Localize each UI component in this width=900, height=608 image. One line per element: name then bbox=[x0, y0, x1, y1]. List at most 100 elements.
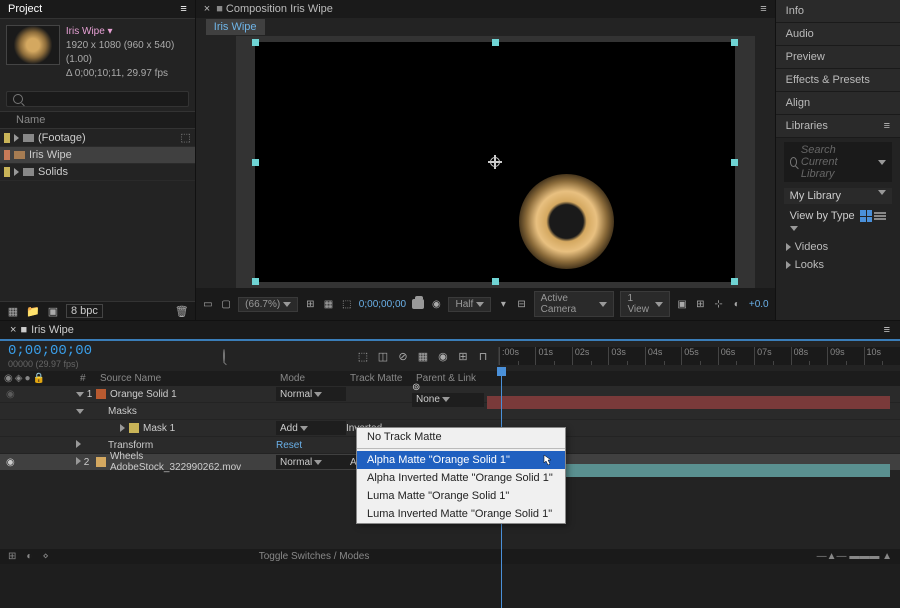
trash-icon[interactable]: 🗑 bbox=[175, 304, 189, 318]
project-row-footage[interactable]: (Footage) ⬚ bbox=[0, 129, 195, 147]
twirl-icon[interactable] bbox=[76, 457, 81, 465]
track-matte-option-luma[interactable]: Luma Matte "Orange Solid 1" bbox=[357, 487, 565, 505]
transparency-grid-icon[interactable]: ▦ bbox=[322, 297, 334, 311]
panel-info[interactable]: Info bbox=[776, 0, 900, 23]
resolution-dropdown[interactable]: Half bbox=[448, 297, 491, 312]
project-panel-title[interactable]: Project ≡ bbox=[0, 0, 195, 19]
view-count-dropdown[interactable]: 1 View bbox=[620, 291, 670, 317]
zoom-dropdown[interactable]: (66.7%) bbox=[238, 297, 298, 312]
draft-3d-icon[interactable]: ◫ bbox=[376, 349, 390, 363]
viewer-tab-composition[interactable]: ■ Composition Iris Wipe bbox=[216, 3, 333, 15]
current-time-display[interactable]: 0;00;00;00 bbox=[8, 343, 92, 359]
mask-color-icon[interactable] bbox=[129, 423, 139, 433]
transform-handle[interactable] bbox=[731, 39, 738, 46]
snap-icon[interactable]: ⊓ bbox=[476, 349, 490, 363]
solo-column-icon[interactable]: ● bbox=[24, 373, 30, 384]
mask-mode-dropdown[interactable]: Add bbox=[276, 421, 346, 435]
blend-mode-dropdown[interactable]: Normal bbox=[276, 455, 346, 469]
layer-row[interactable]: ◉ 1 Orange Solid 1 Normal ⊚ None bbox=[0, 386, 900, 403]
list-view-icon[interactable] bbox=[874, 210, 886, 222]
track-matte-option-alpha-inverted[interactable]: Alpha Inverted Matte "Orange Solid 1" bbox=[357, 469, 565, 487]
project-row-solids[interactable]: Solids bbox=[0, 164, 195, 181]
col-track-matte[interactable]: Track Matte bbox=[346, 373, 412, 384]
col-mode[interactable]: Mode bbox=[276, 373, 346, 384]
timeline-search-input[interactable] bbox=[223, 350, 225, 362]
panel-libraries[interactable]: Libraries≡ bbox=[776, 115, 900, 138]
new-comp-icon[interactable]: ▣ bbox=[46, 304, 60, 318]
project-search-input[interactable] bbox=[6, 91, 189, 107]
panel-menu-icon[interactable]: ≡ bbox=[180, 3, 186, 15]
grid-view-icon[interactable] bbox=[860, 210, 872, 222]
col-name-header[interactable]: Name bbox=[16, 114, 45, 126]
shy-icon[interactable]: ⊘ bbox=[396, 349, 410, 363]
composition-stage[interactable] bbox=[255, 42, 735, 282]
pickwhip-icon[interactable]: ⊚ bbox=[412, 382, 420, 393]
panel-preview[interactable]: Preview bbox=[776, 46, 900, 69]
twirl-icon[interactable] bbox=[120, 424, 125, 432]
view-by-type-dropdown[interactable]: View by Type bbox=[790, 210, 860, 234]
col-number[interactable]: # bbox=[76, 373, 96, 384]
grid-icon[interactable]: ⊞ bbox=[694, 297, 706, 311]
flowchart-icon[interactable]: ⬚ bbox=[180, 131, 190, 144]
marker-icon[interactable]: ⋄ bbox=[42, 551, 48, 562]
expand-icon[interactable]: ⊞ bbox=[8, 551, 16, 562]
parent-dropdown[interactable]: None bbox=[412, 393, 484, 407]
current-time-display[interactable]: 0;00;00;00 bbox=[359, 299, 406, 310]
twirl-icon[interactable] bbox=[76, 409, 84, 414]
transform-handle[interactable] bbox=[252, 159, 259, 166]
lock-icon[interactable]: × bbox=[10, 324, 16, 336]
transform-handle[interactable] bbox=[731, 159, 738, 166]
project-row-iris-wipe[interactable]: Iris Wipe bbox=[0, 147, 195, 164]
transform-handle[interactable] bbox=[492, 278, 499, 285]
panel-menu-icon[interactable]: ≡ bbox=[884, 120, 890, 132]
library-select-dropdown[interactable]: My Library bbox=[784, 188, 892, 204]
transform-handle[interactable] bbox=[252, 278, 259, 285]
video-column-icon[interactable]: ◉ bbox=[4, 373, 13, 384]
exposure-value[interactable]: +0.0 bbox=[749, 299, 769, 310]
bpc-button[interactable]: 8 bpc bbox=[66, 304, 103, 318]
comp-name[interactable]: Iris Wipe ▾ bbox=[66, 25, 189, 39]
transform-reset-button[interactable]: Reset bbox=[276, 440, 346, 451]
interpret-footage-icon[interactable]: ▦ bbox=[6, 304, 20, 318]
transform-handle[interactable] bbox=[492, 39, 499, 46]
motion-blur-icon[interactable]: ◉ bbox=[436, 349, 450, 363]
snapshot-icon[interactable] bbox=[412, 299, 424, 309]
layer-bar[interactable] bbox=[487, 396, 890, 409]
library-section-videos[interactable]: Videos bbox=[776, 238, 900, 256]
lock-icon[interactable]: × bbox=[204, 3, 210, 15]
anchor-point-icon[interactable] bbox=[488, 155, 502, 169]
track-matte-option-luma-inverted[interactable]: Luma Inverted Matte "Orange Solid 1" bbox=[357, 505, 565, 523]
guides-icon[interactable]: ⊹ bbox=[712, 297, 724, 311]
frame-blend-icon[interactable]: ◐ bbox=[26, 551, 32, 562]
screen-icon[interactable]: ▢ bbox=[220, 297, 232, 311]
audio-column-icon[interactable]: ◈ bbox=[15, 373, 23, 384]
twirl-icon[interactable] bbox=[76, 392, 84, 397]
breadcrumb-item[interactable]: Iris Wipe bbox=[206, 19, 265, 35]
camera-dropdown[interactable]: Active Camera bbox=[534, 291, 615, 317]
exposure-icon[interactable]: ◐ bbox=[731, 297, 743, 311]
transform-handle[interactable] bbox=[252, 39, 259, 46]
resolution-icon[interactable]: ⊞ bbox=[304, 297, 316, 311]
comp-thumbnail[interactable] bbox=[6, 25, 60, 65]
timeline-tab[interactable]: × ■ Iris Wipe ≡ bbox=[0, 321, 900, 341]
panel-menu-icon[interactable]: ≡ bbox=[760, 3, 766, 15]
comp-mini-flowchart-icon[interactable]: ⬚ bbox=[356, 349, 370, 363]
track-matte-option-alpha[interactable]: Alpha Matte "Orange Solid 1" bbox=[357, 451, 565, 469]
twirl-icon[interactable] bbox=[14, 168, 19, 176]
twirl-icon[interactable] bbox=[14, 134, 19, 142]
library-search-input[interactable]: Search Current Library bbox=[784, 142, 892, 182]
frame-blend-icon[interactable]: ▦ bbox=[416, 349, 430, 363]
graph-editor-icon[interactable]: ⊞ bbox=[456, 349, 470, 363]
region-icon[interactable]: ▭ bbox=[202, 297, 214, 311]
col-source-name[interactable]: Source Name bbox=[96, 373, 276, 384]
mask-visibility-icon[interactable]: ⬚ bbox=[341, 297, 353, 311]
library-section-looks[interactable]: Looks bbox=[776, 256, 900, 274]
new-folder-icon[interactable]: 📁 bbox=[26, 304, 40, 318]
track-matte-option-none[interactable]: No Track Matte bbox=[357, 428, 565, 446]
panel-align[interactable]: Align bbox=[776, 92, 900, 115]
panel-audio[interactable]: Audio bbox=[776, 23, 900, 46]
fast-preview-icon[interactable]: ▾ bbox=[497, 297, 509, 311]
panel-effects-presets[interactable]: Effects & Presets bbox=[776, 69, 900, 92]
zoom-slider[interactable]: —▲— ▬▬▬ ▲ bbox=[817, 551, 892, 562]
composition-canvas[interactable] bbox=[236, 36, 755, 288]
